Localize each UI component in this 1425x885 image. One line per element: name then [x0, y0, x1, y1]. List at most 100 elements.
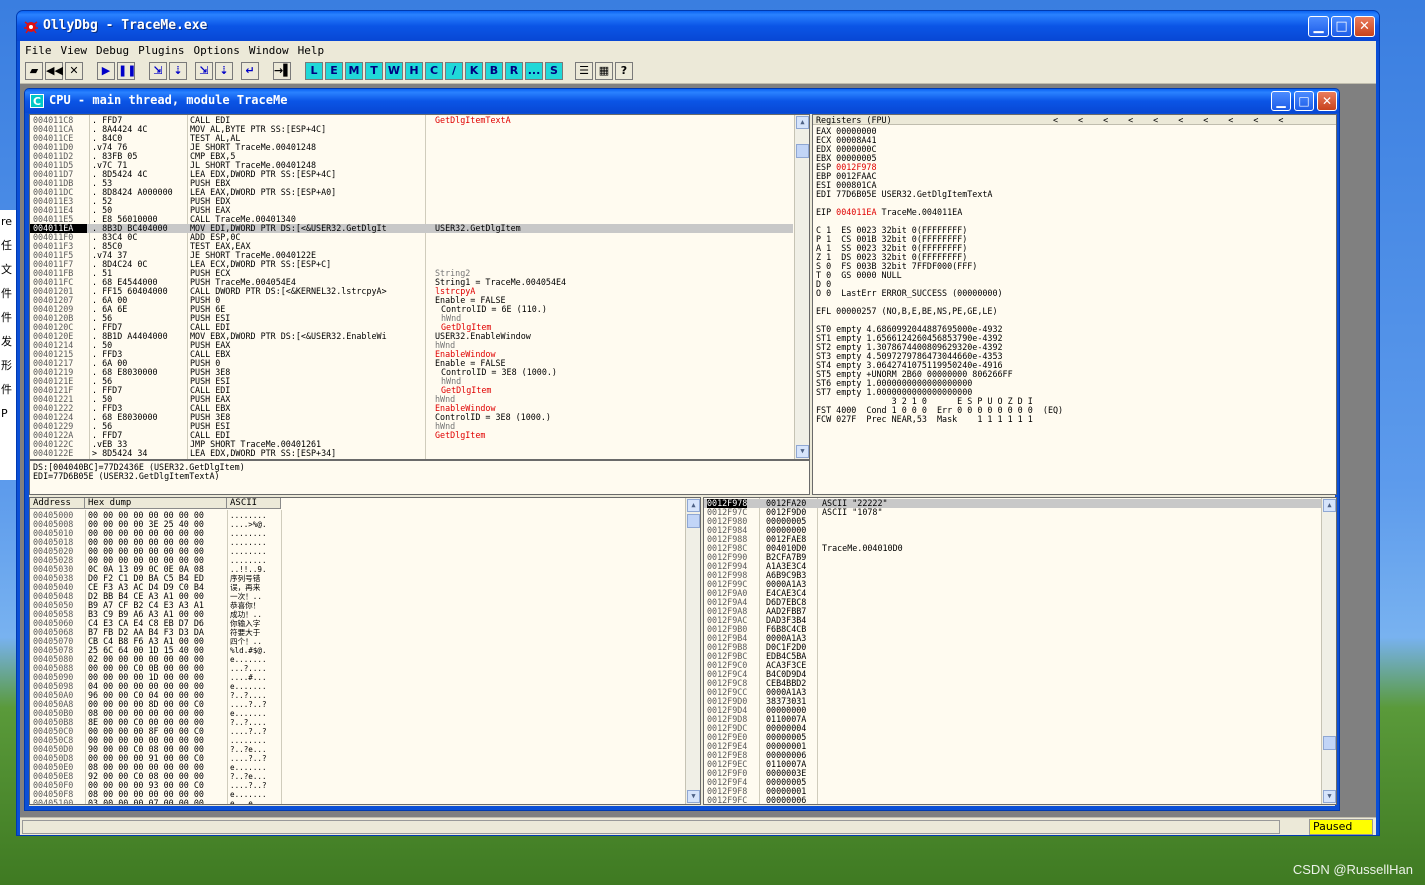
disasm-row[interactable]: 0040121E. 56 PUSH ESI hWnd	[30, 377, 793, 386]
window-button-5[interactable]: H	[405, 62, 423, 80]
scroll-up-icon[interactable]: ▲	[796, 116, 809, 129]
dump-header-ascii[interactable]: ASCII	[227, 498, 281, 509]
stack-scroll-thumb[interactable]	[1323, 736, 1336, 750]
dump-scroll-up-icon[interactable]: ▲	[687, 499, 700, 512]
dump-scroll-down-icon[interactable]: ▼	[687, 790, 700, 803]
dump-ascii: %ld.#$@.	[230, 646, 267, 655]
window-button-7[interactable]: /	[445, 62, 463, 80]
stack-pane[interactable]: 0012F978 0012FA20 ASCII "22222" 0012F97C 001…	[703, 497, 1337, 805]
window-button-1[interactable]: E	[325, 62, 343, 80]
window-button-10[interactable]: R	[505, 62, 523, 80]
goto-icon[interactable]: →▌	[273, 62, 292, 80]
minimize-button[interactable]: ▁	[1308, 16, 1329, 37]
register-line[interactable]: EIP 004011EA TraceMe.004011EA	[816, 208, 962, 217]
menu-window[interactable]: Window	[244, 41, 293, 57]
step-over-icon[interactable]: ⇣	[169, 62, 187, 80]
stack-comment: ASCII "1078"	[822, 507, 883, 517]
cpu-minimize-button[interactable]: ▁	[1271, 91, 1291, 111]
dump-scrollbar[interactable]: ▲ ▼	[685, 498, 700, 804]
disasm-row[interactable]: 0040121F. FFD7 CALL EDI GetDlgItem	[30, 386, 793, 395]
help-icon[interactable]: ?	[615, 62, 633, 80]
registers-header-title: Registers (FPU)	[816, 115, 892, 125]
maximize-button[interactable]: □	[1331, 16, 1352, 37]
window-button-3[interactable]: T	[365, 62, 383, 80]
list-icon[interactable]: ☰	[575, 62, 593, 80]
disasm-row[interactable]: 00401201. FF15 60404000 CALL DWORD PTR DS…	[30, 287, 793, 296]
window-button-8[interactable]: K	[465, 62, 483, 80]
disasm-row[interactable]: 004011E3. 52 PUSH EDX	[30, 197, 793, 206]
disasm-row[interactable]: 004011CA. 8A4424 4C MOV AL,BYTE PTR SS:[E…	[30, 125, 793, 134]
stack-scrollbar[interactable]: ▲ ▼	[1321, 498, 1336, 804]
disasm-row[interactable]: 004011F3. 85C0 TEST EAX,EAX	[30, 242, 793, 251]
run-icon[interactable]: ▶	[97, 62, 115, 80]
registers-pane[interactable]: Registers (FPU) <<<<<<<<<< EAX 00000000 E…	[812, 114, 1337, 495]
info-line-2: EDI=77D6B05E (USER32.GetDlgItemTextA)	[33, 471, 220, 481]
disasm-row[interactable]: 0040122E > 8D5424 34 LEA EDX,DWORD PTR SS:…	[30, 449, 793, 458]
menu-file[interactable]: File	[20, 41, 56, 57]
register-line[interactable]: O 0 LastErr ERROR_SUCCESS (00000000)	[816, 289, 1003, 298]
menu-options[interactable]: Options	[188, 41, 243, 57]
step-into-icon[interactable]: ⇲	[149, 62, 167, 80]
stack-address[interactable]: 0012F9FC	[707, 796, 747, 805]
disasm-row[interactable]: 00401207. 6A 00 PUSH 0 Enable = FALSE	[30, 296, 793, 305]
scroll-thumb[interactable]	[796, 144, 809, 158]
stack-scroll-down-icon[interactable]: ▼	[1323, 790, 1336, 803]
disasm-row[interactable]: 00401209. 6A 6E PUSH 6E ControlID = 6E (11…	[30, 305, 793, 314]
disasm-row[interactable]: 0040122A. FFD7 CALL EDI GetDlgItem	[30, 431, 793, 440]
dump-pane[interactable]: Address Hex dump ASCII 00405000 00 00 00 …	[29, 497, 701, 805]
cpu-close-button[interactable]: ✕	[1317, 91, 1337, 111]
disasm-row[interactable]: 004011D7. 8D5424 4C LEA EDX,DWORD PTR SS:…	[30, 170, 793, 179]
menu-view[interactable]: View	[56, 41, 92, 57]
disassembly-pane[interactable]: 004011C8. FFD7 CALL EDI GetDlgItemTextA 004…	[29, 114, 810, 460]
cpu-maximize-button[interactable]: □	[1294, 91, 1314, 111]
window-button-9[interactable]: B	[485, 62, 503, 80]
pause-icon[interactable]: ❚❚	[117, 62, 136, 80]
stack-scroll-up-icon[interactable]: ▲	[1323, 499, 1336, 512]
disasm-row[interactable]: 00401215. FFD3 CALL EBX EnableWindow	[30, 350, 793, 359]
register-line[interactable]: EDI 77D6B05E USER32.GetDlgItemTextA	[816, 190, 992, 199]
open-file-icon[interactable]: ▰	[25, 62, 43, 80]
disasm-row[interactable]: 00401214. 50 PUSH EAX hWnd	[30, 341, 793, 350]
close-button[interactable]: ✕	[1354, 16, 1375, 37]
close-process-icon[interactable]: ✕	[65, 62, 83, 80]
register-line[interactable]: EFL 00000257 (NO,B,E,BE,NS,PE,GE,LE)	[816, 307, 998, 316]
disasm-instruction: LEA EDX,DWORD PTR SS:[ESP+34]	[190, 448, 337, 458]
dump-scroll-thumb[interactable]	[687, 514, 700, 528]
register-arrows-icon[interactable]: <<<<<<<<<<	[1053, 116, 1303, 125]
disasm-row[interactable]: 004011EA. 8B3D BC404000 MOV EDI,DWORD PTR…	[30, 224, 793, 233]
dump-header-hex[interactable]: Hex dump	[85, 498, 227, 509]
menu-plugins[interactable]: Plugins	[133, 41, 188, 57]
rewind-icon[interactable]: ◀◀	[45, 62, 63, 80]
window-button-4[interactable]: W	[385, 62, 403, 80]
window-button-0[interactable]: L	[305, 62, 323, 80]
disasm-row[interactable]: 0040120B. 56 PUSH ESI hWnd	[30, 314, 793, 323]
window-button-2[interactable]: M	[345, 62, 363, 80]
execute-till-return-icon[interactable]: ↵	[241, 62, 259, 80]
window-button-6[interactable]: C	[425, 62, 443, 80]
disasm-row[interactable]: 00401221. 50 PUSH EAX hWnd	[30, 395, 793, 404]
disassembly-scrollbar[interactable]: ▲ ▼	[794, 115, 809, 459]
scroll-down-icon[interactable]: ▼	[796, 445, 809, 458]
disasm-row[interactable]: 004011CE. 84C0 TEST AL,AL	[30, 134, 793, 143]
title-bar[interactable]: OllyDbg - TraceMe.exe ▁ □ ✕	[17, 11, 1379, 41]
disasm-row[interactable]: 004011DC. 8D8424 A000000 LEA EAX,DWORD PT…	[30, 188, 793, 197]
disasm-row[interactable]: 00401224. 68 E8030000 PUSH 3E8 ControlID =…	[30, 413, 793, 422]
dump-header-address[interactable]: Address	[30, 498, 85, 509]
window-button-11[interactable]: ...	[525, 62, 543, 80]
cpu-title-bar[interactable]: C CPU - main thread, module TraceMe ▁ □ …	[25, 89, 1339, 113]
register-line[interactable]: FCW 027F Prec NEAR,53 Mask 1 1 1 1 1 1	[816, 415, 1033, 424]
disasm-row[interactable]: 004011D0 .v74 76 JE SHORT TraceMe.00401248	[30, 143, 793, 152]
disasm-row[interactable]: 004011F7. 8D4C24 0C LEA ECX,DWORD PTR SS:…	[30, 260, 793, 269]
trace-into-icon[interactable]: ⇲	[195, 62, 213, 80]
grid-icon[interactable]: ▦	[595, 62, 613, 80]
dump-ascii: 四个！..	[230, 637, 262, 646]
disasm-row[interactable]: 00401219. 68 E8030000 PUSH 3E8 ControlID =…	[30, 368, 793, 377]
disasm-row[interactable]: 004011F0. 83C4 0C ADD ESP,0C	[30, 233, 793, 242]
disasm-row[interactable]: 0040120E. 8B1D A4404000 MOV EBX,DWORD PTR…	[30, 332, 793, 341]
menu-help[interactable]: Help	[293, 41, 329, 57]
trace-over-icon[interactable]: ⇣	[215, 62, 233, 80]
window-button-12[interactable]: S	[545, 62, 563, 80]
disasm-row[interactable]: 00401229. 56 PUSH ESI hWnd	[30, 422, 793, 431]
disasm-row[interactable]: 004011D2. 83FB 05 CMP EBX,5	[30, 152, 793, 161]
menu-debug[interactable]: Debug	[91, 41, 133, 57]
